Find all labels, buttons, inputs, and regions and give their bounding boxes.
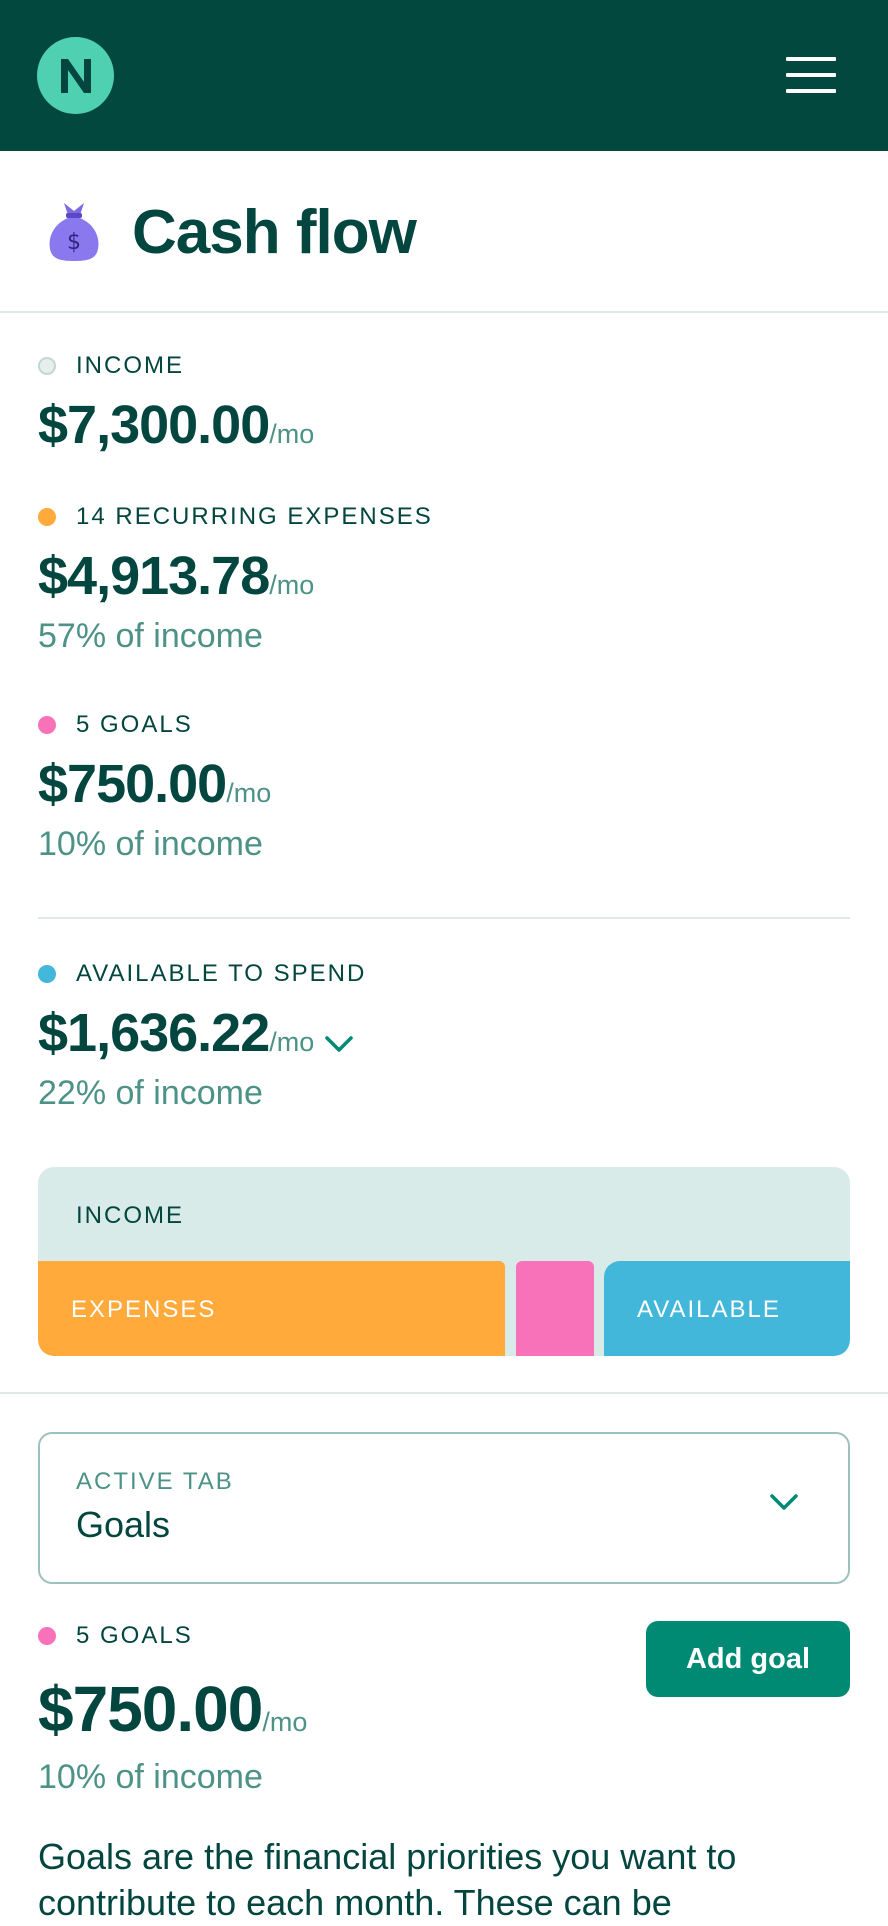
- goals-section: 5 GOALS $750.00/mo 10% of income: [38, 1622, 307, 1797]
- goals-section-percent: 10% of income: [38, 1758, 263, 1796]
- goals-section-amount: $750.00: [38, 1673, 263, 1745]
- bar-income-label: INCOME: [76, 1202, 184, 1229]
- chevron-down-icon[interactable]: [769, 1492, 799, 1517]
- active-tab-value: Goals: [76, 1504, 171, 1545]
- available-period: /mo: [269, 1027, 315, 1057]
- bar-segment-available: AVAILABLE: [604, 1261, 850, 1356]
- income-dot: [38, 357, 56, 375]
- income-breakdown-bar: INCOME EXPENSES AVAILABLE: [38, 1167, 850, 1356]
- income-label: INCOME: [76, 352, 184, 379]
- goals-label: 5 GOALS: [76, 711, 193, 738]
- active-tab-caption: ACTIVE TAB: [76, 1468, 234, 1495]
- goals-percent: 10% of income: [38, 825, 263, 863]
- expenses-percent: 57% of income: [38, 617, 263, 655]
- available-amount: $1,636.22: [38, 1003, 270, 1063]
- bar-segment-goals: [516, 1261, 594, 1356]
- available-label: AVAILABLE TO SPEND: [76, 960, 367, 987]
- goals-amount: $750.00: [38, 754, 227, 814]
- section-divider: [0, 1392, 888, 1394]
- expenses-summary: 14 RECURRING EXPENSES $4,913.78/mo 57% o…: [38, 503, 431, 656]
- bar-segment-expenses: EXPENSES: [38, 1261, 505, 1356]
- income-summary: INCOME $7,300.00/mo: [38, 352, 315, 455]
- section-divider: [38, 917, 850, 919]
- income-amount: $7,300.00: [38, 395, 270, 455]
- expenses-amount: $4,913.78: [38, 546, 270, 606]
- available-dot: [38, 965, 56, 983]
- svg-text:$: $: [67, 230, 81, 255]
- income-period: /mo: [269, 419, 315, 449]
- available-summary: AVAILABLE TO SPEND $1,636.22/mo 22% of i…: [38, 960, 364, 1113]
- goals-description: Goals are the financial priorities you w…: [38, 1836, 737, 1923]
- money-bag-icon: $: [46, 199, 102, 268]
- goals-section-period: /mo: [262, 1707, 308, 1737]
- bar-available-label: AVAILABLE: [637, 1296, 781, 1323]
- add-goal-button[interactable]: Add goal: [646, 1621, 850, 1697]
- goals-period: /mo: [226, 778, 272, 808]
- brand-logo-icon[interactable]: [37, 37, 114, 114]
- expenses-label: 14 RECURRING EXPENSES: [76, 503, 433, 530]
- goals-summary: 5 GOALS $750.00/mo 10% of income: [38, 711, 271, 864]
- page-title: Cash flow: [132, 198, 417, 267]
- available-percent: 22% of income: [38, 1074, 263, 1112]
- hamburger-menu-icon[interactable]: [786, 55, 836, 95]
- goals-section-label: 5 GOALS: [76, 1622, 193, 1649]
- top-navigation-bar: [0, 0, 888, 151]
- bar-expenses-label: EXPENSES: [71, 1296, 217, 1323]
- goals-dot: [38, 716, 56, 734]
- goals-section-dot: [38, 1627, 56, 1645]
- page-header: $ Cash flow: [0, 151, 888, 313]
- active-tab-select[interactable]: ACTIVE TAB Goals: [38, 1432, 850, 1584]
- expenses-period: /mo: [269, 570, 315, 600]
- chevron-down-icon[interactable]: [324, 1034, 354, 1059]
- expenses-dot: [38, 508, 56, 526]
